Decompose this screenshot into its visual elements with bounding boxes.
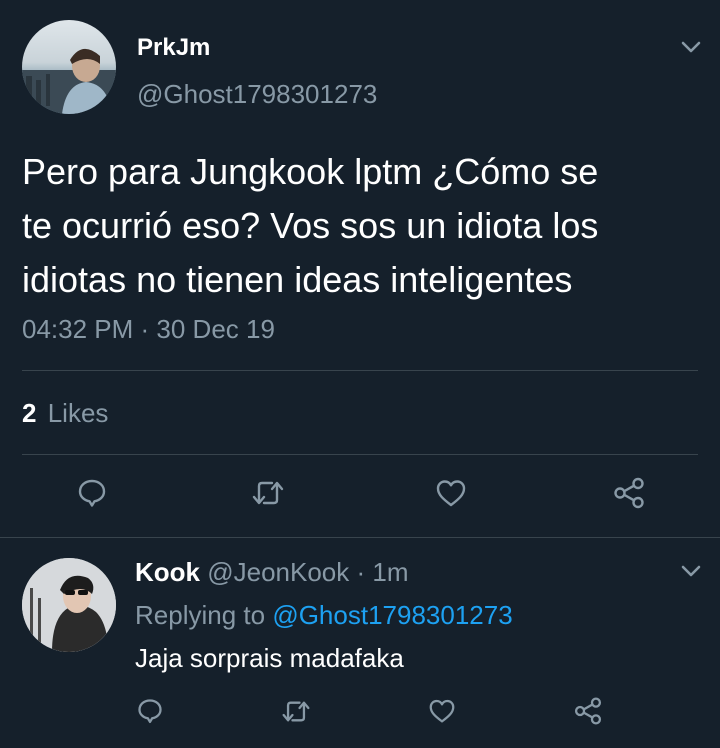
tweet-text-line-3: idiotas no tienen ideas inteligentes xyxy=(22,259,573,300)
main-retweet-button[interactable] xyxy=(251,476,285,510)
replying-to: Replying to @Ghost1798301273 xyxy=(135,600,513,631)
avatar-photo xyxy=(22,558,116,652)
reply-display-name[interactable]: Kook xyxy=(135,557,200,587)
likes-count: 2 xyxy=(22,398,37,428)
main-display-name[interactable]: PrkJm xyxy=(137,34,210,62)
reply-share-button[interactable] xyxy=(571,694,605,728)
likes-stat[interactable]: 2 Likes xyxy=(22,398,108,429)
main-timestamp[interactable]: 04:32 PM · 30 Dec 19 xyxy=(22,314,275,345)
reply-reply-button[interactable] xyxy=(133,694,167,728)
replying-to-label: Replying to xyxy=(135,600,266,630)
main-tweet-text: Pero para Jungkook lptm ¿Cómo se te ocur… xyxy=(22,145,712,307)
reply-text: Jaja sorprais madafaka xyxy=(135,643,404,673)
reply-icon xyxy=(138,699,162,724)
main-reply-button[interactable] xyxy=(75,476,109,510)
main-like-button[interactable] xyxy=(434,476,468,510)
divider xyxy=(22,454,698,455)
tweet-text-line-2: te ocurrió eso? Vos sos un idiota los xyxy=(22,205,599,246)
main-handle[interactable]: @Ghost1798301273 xyxy=(137,79,377,110)
reply-retweet-button[interactable] xyxy=(279,694,313,728)
reply-header: Kook @JeonKook · 1m xyxy=(135,557,409,588)
share-icon xyxy=(614,477,644,509)
divider xyxy=(0,537,720,538)
tweet-text-line-1: Pero para Jungkook lptm ¿Cómo se xyxy=(22,151,599,192)
share-icon xyxy=(574,697,602,725)
replying-to-handle[interactable]: @Ghost1798301273 xyxy=(272,600,512,630)
retweet-icon xyxy=(282,701,310,721)
reply-like-button[interactable] xyxy=(425,694,459,728)
reply-time[interactable]: 1m xyxy=(372,557,408,587)
likes-label: Likes xyxy=(47,398,109,428)
reply-handle[interactable]: @JeonKook xyxy=(207,557,349,587)
main-more-chevron-down-icon[interactable] xyxy=(680,40,702,54)
reply-separator: · xyxy=(356,557,366,587)
divider xyxy=(22,370,698,371)
reply-more-chevron-down-icon[interactable] xyxy=(680,564,702,578)
retweet-icon xyxy=(252,481,284,505)
main-share-button[interactable] xyxy=(612,476,646,510)
main-tweet-avatar[interactable] xyxy=(22,20,116,114)
heart-icon xyxy=(429,699,455,723)
avatar-photo xyxy=(22,48,116,114)
reply-icon xyxy=(78,479,106,507)
reply-avatar[interactable] xyxy=(22,558,116,652)
heart-icon xyxy=(436,480,466,507)
